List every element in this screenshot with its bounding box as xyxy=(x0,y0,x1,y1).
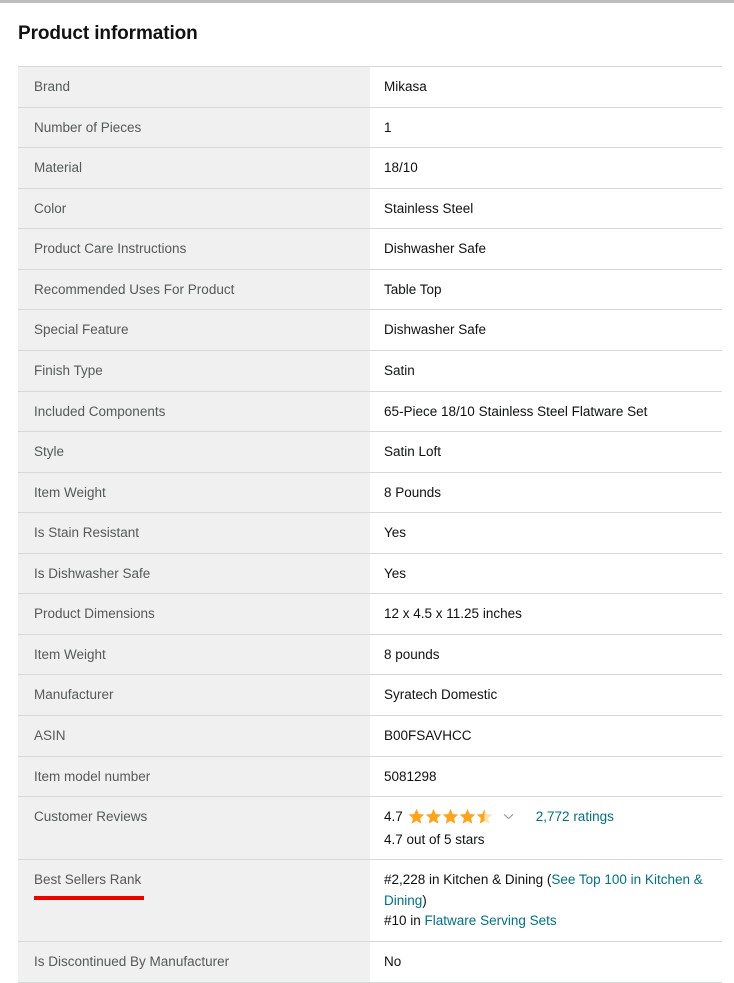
bsr-rank-secondary-text: #10 in xyxy=(384,912,425,928)
attribute-label: Is Stain Resistant xyxy=(18,512,370,554)
page-title: Product information xyxy=(18,23,198,44)
table-row: Style Satin Loft xyxy=(18,431,722,473)
attribute-value: Satin Loft xyxy=(370,431,722,473)
product-information-section: Product information Brand Mikasa Number … xyxy=(0,23,734,983)
table-row: Number of Pieces 1 xyxy=(18,107,722,148)
product-information-table: Brand Mikasa Number of Pieces 1 Material… xyxy=(18,66,722,983)
bsr-rank-primary-suffix: ) xyxy=(422,892,427,908)
chevron-down-icon[interactable] xyxy=(503,811,514,822)
flatware-serving-sets-link[interactable]: Flatware Serving Sets xyxy=(425,913,557,928)
attribute-label: Number of Pieces xyxy=(18,107,370,148)
table-row-best-sellers-rank: Best Sellers Rank #2,228 in Kitchen & Di… xyxy=(18,859,722,942)
attribute-value: Satin xyxy=(370,350,722,391)
attribute-value: 8 Pounds xyxy=(370,472,722,513)
attribute-value: 12 x 4.5 x 11.25 inches xyxy=(370,593,722,635)
table-row: Brand Mikasa xyxy=(18,66,722,108)
discontinued-value: No xyxy=(370,941,722,983)
table-row: Manufacturer Syratech Domestic xyxy=(18,674,722,716)
top-divider-rule xyxy=(0,0,734,3)
customer-reviews-label: Customer Reviews xyxy=(18,796,370,860)
product-information-table-body: Brand Mikasa Number of Pieces 1 Material… xyxy=(18,66,722,983)
attribute-value: 5081298 xyxy=(370,756,722,797)
best-sellers-rank-line-2: #10 in Flatware Serving Sets xyxy=(384,911,712,931)
attribute-label: Manufacturer xyxy=(18,674,370,716)
attribute-value: B00FSAVHCC xyxy=(370,715,722,757)
discontinued-label: Is Discontinued By Manufacturer xyxy=(18,941,370,983)
attribute-label: Material xyxy=(18,147,370,189)
best-sellers-rank-value: #2,228 in Kitchen & Dining (See Top 100 … xyxy=(370,859,722,942)
table-row: Color Stainless Steel xyxy=(18,188,722,229)
bsr-rank-primary-text: #2,228 in Kitchen & Dining ( xyxy=(384,872,552,888)
table-row: Item Weight 8 Pounds xyxy=(18,472,722,513)
attribute-label: Product Care Instructions xyxy=(18,228,370,270)
table-row: Item model number 5081298 xyxy=(18,756,722,797)
attribute-value: 1 xyxy=(370,107,722,148)
attribute-value: Stainless Steel xyxy=(370,188,722,229)
attribute-value: 65-Piece 18/10 Stainless Steel Flatware … xyxy=(370,391,722,432)
attribute-label: ASIN xyxy=(18,715,370,757)
attribute-label: Special Feature xyxy=(18,309,370,351)
best-sellers-rank-label-cell: Best Sellers Rank xyxy=(18,859,370,942)
attribute-label: Included Components xyxy=(18,391,370,432)
rating-row: 4.7 2,772 ratings xyxy=(384,807,712,827)
attribute-label: Recommended Uses For Product xyxy=(18,269,370,310)
table-row: Is Dishwasher Safe Yes xyxy=(18,553,722,594)
attribute-value: Dishwasher Safe xyxy=(370,309,722,351)
rating-value: 4.7 xyxy=(384,809,403,825)
best-sellers-rank-line-1: #2,228 in Kitchen & Dining (See Top 100 … xyxy=(384,870,712,911)
attribute-label: Style xyxy=(18,431,370,473)
attribute-label: Product Dimensions xyxy=(18,593,370,635)
attribute-label: Item Weight xyxy=(18,472,370,513)
best-sellers-rank-label: Best Sellers Rank xyxy=(34,872,142,888)
attribute-value: 8 pounds xyxy=(370,634,722,675)
table-row: Product Care Instructions Dishwasher Saf… xyxy=(18,228,722,270)
attribute-label: Finish Type xyxy=(18,350,370,391)
table-row: Finish Type Satin xyxy=(18,350,722,391)
attribute-value: Yes xyxy=(370,512,722,554)
attribute-label: Is Dishwasher Safe xyxy=(18,553,370,594)
product-information-table-wrapper: Brand Mikasa Number of Pieces 1 Material… xyxy=(18,66,722,983)
table-row: Material 18/10 xyxy=(18,147,722,189)
table-row: Special Feature Dishwasher Safe xyxy=(18,309,722,351)
best-sellers-rank-label-group: Best Sellers Rank xyxy=(34,870,144,900)
table-row: Product Dimensions 12 x 4.5 x 11.25 inch… xyxy=(18,593,722,635)
attribute-label: Item Weight xyxy=(18,634,370,675)
table-row: Is Stain Resistant Yes xyxy=(18,512,722,554)
out-of-five-stars-text: 4.7 out of 5 stars xyxy=(384,831,485,847)
attribute-value: Table Top xyxy=(370,269,722,310)
attribute-value: Dishwasher Safe xyxy=(370,228,722,270)
attribute-value: 18/10 xyxy=(370,147,722,189)
star-rating-icon[interactable] xyxy=(408,808,496,825)
attribute-label: Brand xyxy=(18,66,370,108)
attribute-value: Mikasa xyxy=(370,66,722,108)
attribute-value: Yes xyxy=(370,553,722,594)
table-row-discontinued: Is Discontinued By Manufacturer No xyxy=(18,941,722,983)
attribute-label: Color xyxy=(18,188,370,229)
attribute-label: Item model number xyxy=(18,756,370,797)
table-row: Included Components 65-Piece 18/10 Stain… xyxy=(18,391,722,432)
ratings-count-link[interactable]: 2,772 ratings xyxy=(536,807,614,827)
attribute-value: Syratech Domestic xyxy=(370,674,722,716)
table-row: Recommended Uses For Product Table Top xyxy=(18,269,722,310)
table-row: Item Weight 8 pounds xyxy=(18,634,722,675)
table-row: ASIN B00FSAVHCC xyxy=(18,715,722,757)
table-row-customer-reviews: Customer Reviews 4.7 2,772 ratings 4.7 o… xyxy=(18,796,722,860)
customer-reviews-value: 4.7 2,772 ratings 4.7 out of 5 stars xyxy=(370,796,722,860)
red-highlight-annotation xyxy=(34,895,144,900)
